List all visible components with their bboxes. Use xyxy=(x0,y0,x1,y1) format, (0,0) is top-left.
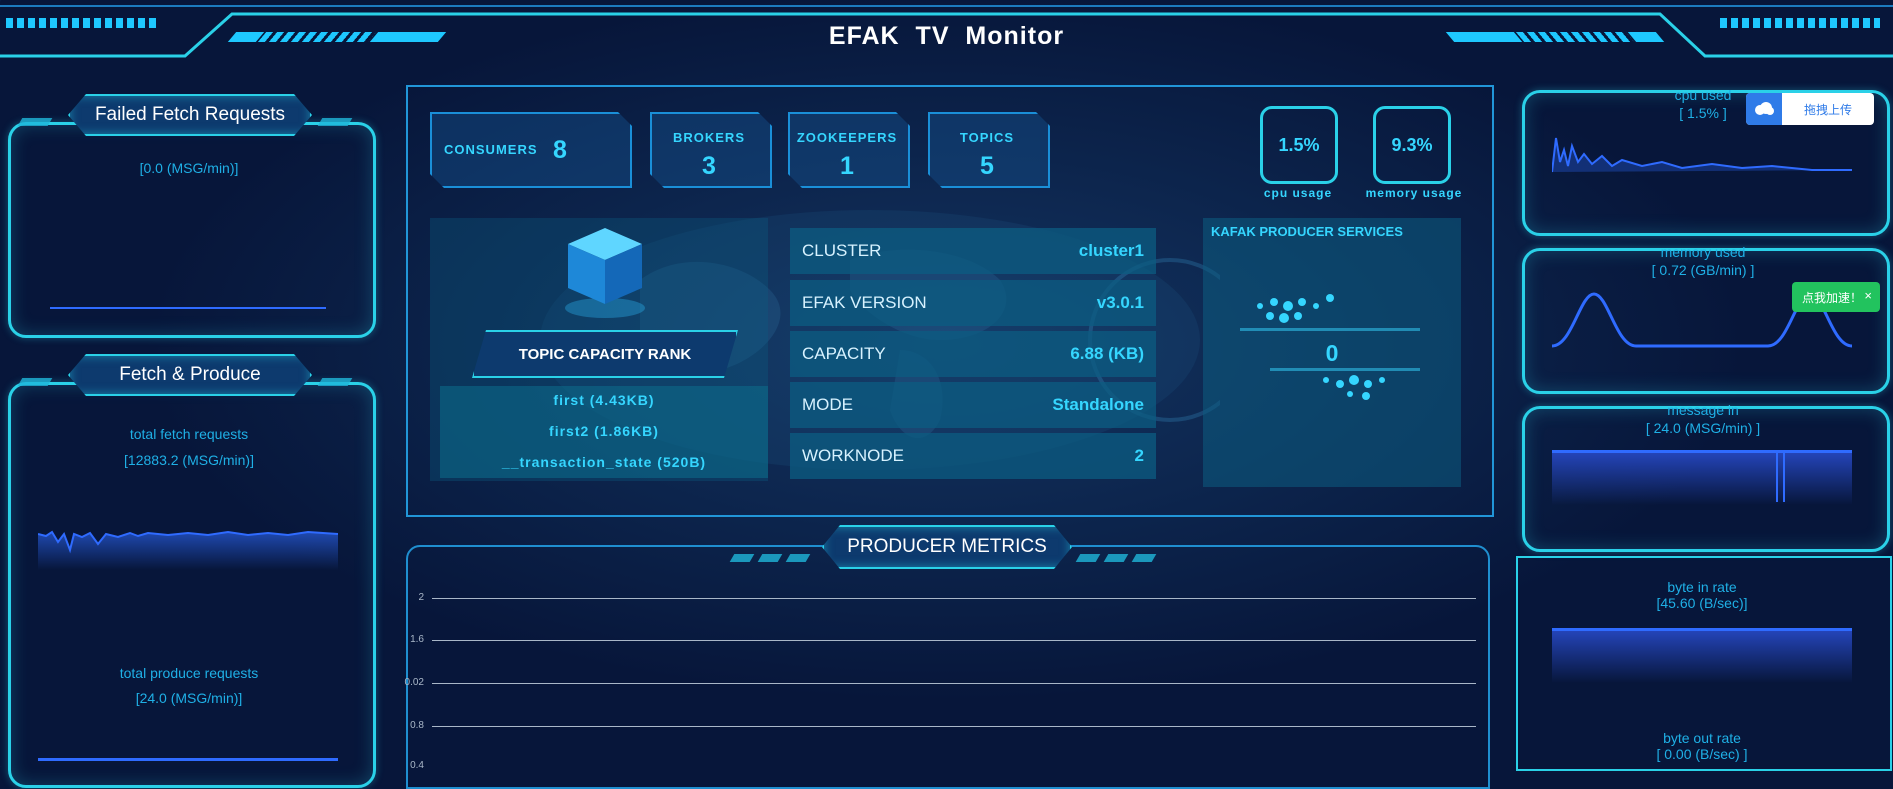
gridline xyxy=(432,726,1476,727)
consumers-value: 8 xyxy=(553,136,567,164)
close-icon[interactable]: × xyxy=(1864,288,1872,303)
fetch-requests-label: total fetch requests xyxy=(129,426,249,442)
failed-fetch-title: Failed Fetch Requests xyxy=(68,94,312,136)
byte-out-value: [ 0.00 (B/sec) ] xyxy=(1656,746,1748,762)
fetch-requests-value: [12883.2 (MSG/min)] xyxy=(124,452,254,468)
rank-item: first (4.43KB) xyxy=(553,392,655,408)
brokers-label: BROKERS xyxy=(672,130,745,145)
memory-usage-label: memory usage xyxy=(1365,186,1463,200)
ribbon-deco xyxy=(17,378,53,386)
cpu-usage-label: cpu usage xyxy=(1263,186,1333,200)
header: EFAK TV Monitor xyxy=(0,0,1893,62)
info-value: cluster1 xyxy=(1078,241,1144,260)
cpu-usage-value: 1.5% xyxy=(1260,106,1338,184)
info-row-cluster: CLUSTER cluster1 xyxy=(790,228,1156,274)
message-in-label: message in xyxy=(1667,402,1739,418)
info-row-version: EFAK VERSION v3.0.1 xyxy=(790,280,1156,326)
producer-services-value: 0 xyxy=(1325,340,1339,366)
y-tick: 0.4 xyxy=(410,760,424,771)
fetch-produce-title: Fetch & Produce xyxy=(68,354,312,396)
page-title: EFAK TV Monitor xyxy=(828,22,1065,50)
y-tick: 1.6 xyxy=(410,634,424,645)
producer-metrics-panel xyxy=(406,545,1490,789)
consumers-label: CONSUMERS xyxy=(444,142,538,157)
ribbon-deco xyxy=(317,118,353,126)
y-tick: 2 xyxy=(418,592,424,603)
y-tick: 0.8 xyxy=(410,720,424,731)
upload-widget[interactable]: 拖拽上传 xyxy=(1746,93,1874,125)
fetch-produce-panel xyxy=(8,382,376,788)
speedup-toast[interactable]: 点我加速！ × xyxy=(1792,282,1880,312)
info-row-worknode: WORKNODE 2 xyxy=(790,433,1156,479)
cpu-used-sparkline xyxy=(1552,137,1852,173)
ribbon-deco xyxy=(317,378,353,386)
failed-fetch-panel xyxy=(8,122,376,338)
info-value: Standalone xyxy=(1052,395,1144,414)
zookeepers-value: 1 xyxy=(840,152,854,180)
byte-in-value: [45.60 (B/sec)] xyxy=(1656,595,1748,611)
gridline xyxy=(432,640,1476,641)
failed-fetch-value: [0.0 (MSG/min)] xyxy=(139,160,239,176)
toast-label: 点我加速！ xyxy=(1802,290,1863,305)
info-row-capacity: CAPACITY 6.88 (KB) xyxy=(790,331,1156,377)
topic-capacity-rank-button[interactable]: TOPIC CAPACITY RANK xyxy=(472,330,738,378)
message-in-area xyxy=(1552,450,1852,505)
info-key: CLUSTER xyxy=(802,241,882,260)
ribbon-deco xyxy=(17,118,53,126)
zookeepers-label: ZOOKEEPERS xyxy=(796,130,898,145)
message-in-spike xyxy=(1776,452,1785,502)
info-row-mode: MODE Standalone xyxy=(790,382,1156,428)
producer-services-title: KAFAK PRODUCER SERVICES xyxy=(1211,224,1403,239)
cloud-icon xyxy=(1746,93,1782,125)
cube-icon xyxy=(565,228,645,318)
produce-requests-value: [24.0 (MSG/min)] xyxy=(135,690,243,706)
memory-usage-value: 9.3% xyxy=(1373,106,1451,184)
info-key: EFAK VERSION xyxy=(802,293,927,312)
info-value: 2 xyxy=(1134,446,1144,465)
gridline xyxy=(432,683,1476,684)
brokers-value: 3 xyxy=(702,152,716,180)
topic-rank-list: first (4.43KB) first2 (1.86KB) __transac… xyxy=(440,386,768,478)
topics-label: TOPICS xyxy=(959,130,1015,145)
info-key: CAPACITY xyxy=(802,344,886,363)
message-in-value: [ 24.0 (MSG/min) ] xyxy=(1645,420,1761,436)
rank-item: first2 (1.86KB) xyxy=(549,423,659,439)
info-key: WORKNODE xyxy=(802,446,904,465)
byte-in-area xyxy=(1552,628,1852,683)
producer-metrics-title: PRODUCER METRICS xyxy=(822,525,1072,569)
fetch-requests-sparkline xyxy=(38,530,338,570)
info-key: MODE xyxy=(802,395,853,414)
memory-used-label: memory used xyxy=(1660,244,1746,260)
y-tick: 0.02 xyxy=(404,677,424,688)
topics-value: 5 xyxy=(980,152,994,180)
info-value: 6.88 (KB) xyxy=(1070,344,1144,363)
produce-requests-label: total produce requests xyxy=(119,665,259,681)
gridline xyxy=(432,598,1476,599)
rank-item: __transaction_state (520B) xyxy=(501,454,707,470)
failed-fetch-line xyxy=(50,307,326,309)
info-value: v3.0.1 xyxy=(1096,293,1144,312)
memory-used-value: [ 0.72 (GB/min) ] xyxy=(1651,262,1755,278)
produce-requests-line xyxy=(38,758,338,761)
upload-label: 拖拽上传 xyxy=(1803,102,1852,117)
